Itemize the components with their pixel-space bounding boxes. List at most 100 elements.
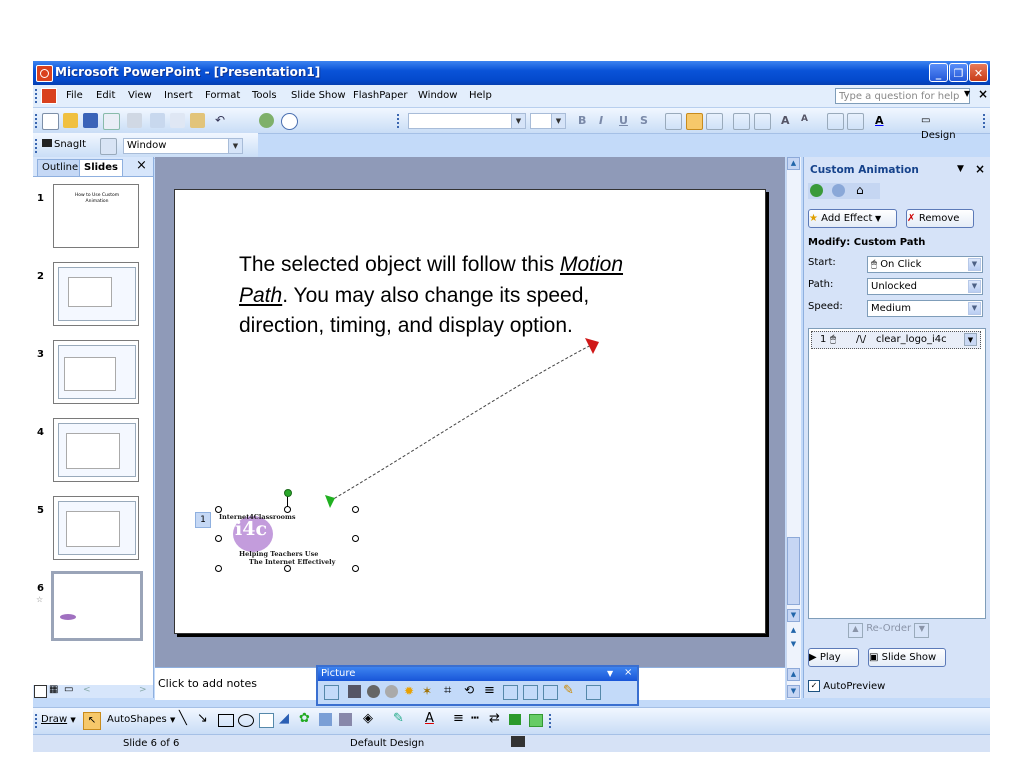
align-left-icon[interactable] xyxy=(665,113,682,130)
menu-help[interactable]: Help xyxy=(469,90,492,101)
chevron-down-icon[interactable]: ▼ xyxy=(964,333,977,346)
bullets-icon[interactable] xyxy=(754,113,771,130)
restore-button[interactable]: ❐ xyxy=(949,63,968,82)
toolbar-grip[interactable] xyxy=(35,89,40,103)
menu-insert[interactable]: Insert xyxy=(164,90,193,101)
home-icon[interactable]: ⌂ xyxy=(856,183,864,197)
sorter-view-icon[interactable]: ▦ xyxy=(49,684,58,695)
decrease-font-icon[interactable]: A xyxy=(801,114,808,124)
font-color-icon[interactable]: A xyxy=(875,114,884,127)
slide-thumbnail-1[interactable]: How to Use Custom Animation xyxy=(53,184,139,248)
slideshow-view-icon[interactable]: ▭ xyxy=(64,684,73,695)
slide-thumbnail-3[interactable] xyxy=(53,340,139,404)
resize-handle[interactable] xyxy=(215,535,222,542)
less-contrast-icon[interactable] xyxy=(385,685,398,698)
slide-thumbnail-4[interactable] xyxy=(53,418,139,482)
resize-handle[interactable] xyxy=(284,506,291,513)
more-brightness-icon[interactable]: ✹ xyxy=(404,684,414,698)
resize-handle[interactable] xyxy=(352,565,359,572)
recolor-icon[interactable] xyxy=(523,685,538,700)
line-color-icon[interactable]: ✎ xyxy=(393,711,404,726)
save-icon[interactable] xyxy=(83,113,98,128)
arrow-tool-icon[interactable]: ↘ xyxy=(197,711,208,726)
menu-file[interactable]: File xyxy=(66,90,83,101)
animation-list-item[interactable]: 1 🖱 /\/ clear_logo_i4c ▼ xyxy=(811,331,981,349)
more-contrast-icon[interactable] xyxy=(367,685,380,698)
font-color-draw-icon[interactable]: A xyxy=(425,711,434,726)
document-icon[interactable] xyxy=(41,88,57,104)
menu-window[interactable]: Window xyxy=(418,90,457,101)
close-button[interactable]: ✕ xyxy=(969,63,988,82)
fill-color-icon[interactable]: ◈ xyxy=(363,711,373,726)
powerpoint-app-icon[interactable] xyxy=(36,65,53,82)
permission-icon[interactable] xyxy=(103,113,120,130)
snagit-button[interactable]: SnagIt xyxy=(42,139,86,150)
motion-path-line[interactable] xyxy=(329,342,596,502)
chevron-down-icon[interactable]: ▼ xyxy=(968,280,981,293)
i4c-logo-picture[interactable]: i4c Internet4Classrooms Helping Teachers… xyxy=(219,508,357,568)
insert-picture-icon[interactable] xyxy=(324,685,339,700)
design-button[interactable]: ▭ Design xyxy=(921,113,965,141)
dash-style-icon[interactable]: ┅ xyxy=(471,711,479,726)
menu-tools[interactable]: Tools xyxy=(252,90,277,101)
slide-thumbnail-6[interactable] xyxy=(51,571,143,641)
line-style-draw-icon[interactable]: ≡ xyxy=(453,711,464,726)
task-pane-close-icon[interactable]: × xyxy=(975,162,985,176)
menu-slide-show[interactable]: Slide Show xyxy=(291,90,346,101)
crop-icon[interactable]: ⌗ xyxy=(444,683,451,698)
numbering-icon[interactable] xyxy=(733,113,750,130)
reset-picture-icon[interactable] xyxy=(586,685,601,700)
paste-icon[interactable] xyxy=(190,113,205,128)
workspace-scrollbar[interactable]: ▲ ▼ ▲ ▼ xyxy=(786,157,801,667)
color-icon[interactable] xyxy=(348,685,361,698)
ask-question-box[interactable]: Type a question for help xyxy=(835,88,970,104)
toolbar-close-icon[interactable]: × xyxy=(624,666,632,680)
oval-tool-icon[interactable] xyxy=(238,714,254,727)
italic-icon[interactable]: I xyxy=(599,114,603,127)
toolbar-grip[interactable] xyxy=(35,139,40,153)
ask-dropdown-icon[interactable]: ▼ xyxy=(964,89,970,98)
draw-menu[interactable]: Draw ▼ xyxy=(41,714,76,725)
start-select[interactable]: 🖱 On Click ▼ xyxy=(867,256,983,273)
open-icon[interactable] xyxy=(63,113,78,128)
textbox-tool-icon[interactable] xyxy=(259,713,274,728)
minimize-button[interactable]: _ xyxy=(929,63,948,82)
scroll-left-icon[interactable]: < xyxy=(83,685,91,695)
chevron-down-icon[interactable]: ▼ xyxy=(968,258,981,271)
decrease-indent-icon[interactable] xyxy=(827,113,844,130)
new-icon[interactable] xyxy=(42,113,59,130)
select-objects-icon[interactable]: ↖ xyxy=(83,712,101,730)
spelling-icon[interactable] xyxy=(150,113,165,128)
tab-slides[interactable]: Slides xyxy=(79,159,123,176)
notes-scrollbar[interactable]: ▲ ▼ xyxy=(786,667,801,699)
slide-thumbnail-5[interactable] xyxy=(53,496,139,560)
resize-handle[interactable] xyxy=(352,535,359,542)
reorder-up-icon[interactable]: ▲ xyxy=(848,623,863,638)
picture-tool-icon[interactable] xyxy=(339,713,352,726)
notes-scroll-up-icon[interactable]: ▲ xyxy=(787,668,800,681)
speed-select[interactable]: Medium ▼ xyxy=(867,300,983,317)
path-start-marker-icon[interactable] xyxy=(325,495,335,508)
toolbar-grip[interactable] xyxy=(397,114,402,128)
scroll-right-icon[interactable]: > xyxy=(139,685,147,695)
undo-icon[interactable]: ↶ xyxy=(215,113,230,128)
normal-view-icon[interactable] xyxy=(34,685,47,698)
snagit-mode-combo[interactable]: Window ▼ xyxy=(123,138,243,154)
font-combo[interactable]: ▼ xyxy=(408,113,526,129)
font-size-combo[interactable]: ▼ xyxy=(530,113,566,129)
checkbox-checked-icon[interactable]: ✓ xyxy=(808,680,820,692)
resize-handle[interactable] xyxy=(215,565,222,572)
resize-handle[interactable] xyxy=(284,565,291,572)
rectangle-tool-icon[interactable] xyxy=(218,714,234,727)
slide-thumbnail-2[interactable] xyxy=(53,262,139,326)
slide-show-button[interactable]: ▣ Slide Show xyxy=(868,648,946,667)
chevron-down-icon[interactable]: ▼ xyxy=(968,302,981,315)
resize-handle[interactable] xyxy=(352,506,359,513)
menu-flashpaper[interactable]: FlashPaper xyxy=(353,90,408,101)
remove-button[interactable]: ✗ Remove xyxy=(906,209,974,228)
forward-icon[interactable] xyxy=(832,184,845,197)
next-slide-icon[interactable]: ▼ xyxy=(787,639,800,652)
rotate-left-icon[interactable]: ⟲ xyxy=(464,683,474,697)
menu-view[interactable]: View xyxy=(128,90,152,101)
reorder-control[interactable]: ▲ Re-Order ▼ xyxy=(848,623,930,638)
